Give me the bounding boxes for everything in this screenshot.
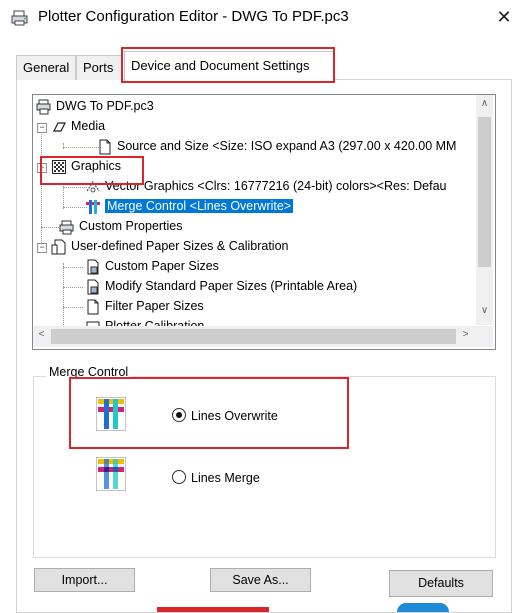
lines-merge-option[interactable]: Lines Merge xyxy=(172,469,260,487)
tree-connector xyxy=(63,207,87,208)
tree-horizontal-scrollbar[interactable]: < > xyxy=(33,326,476,347)
tree-item-modify-standard-paper-sizes[interactable]: Modify Standard Paper Sizes (Printable A… xyxy=(85,277,357,296)
tree-item-vector-graphics[interactable]: Vector Graphics <Clrs: 16777216 (24-bit)… xyxy=(85,177,447,196)
scroll-up-icon[interactable]: ∧ xyxy=(476,98,493,109)
tree-item-user-defined-paper-sizes[interactable]: User-defined Paper Sizes & Calibration xyxy=(51,237,288,256)
tree-expander[interactable]: − xyxy=(37,243,47,253)
custom-properties-icon xyxy=(59,220,74,235)
tree-item-label: Graphics xyxy=(71,159,122,173)
tree-expander[interactable]: − xyxy=(37,123,47,133)
title-bar: Plotter Configuration Editor - DWG To PD… xyxy=(0,0,525,34)
tree-item-graphics[interactable]: Graphics xyxy=(51,157,121,176)
tree-connector xyxy=(41,227,59,228)
merge-control-icon xyxy=(86,199,100,214)
tab-ports-label: Ports xyxy=(83,60,114,75)
tree-item-label: Custom Paper Sizes xyxy=(105,259,219,273)
close-button[interactable]: ✕ xyxy=(490,4,518,30)
tree-connector xyxy=(41,123,42,249)
tree-item-label: Source and Size <Size: ISO expand A3 (29… xyxy=(117,139,457,153)
tree-connector xyxy=(63,147,99,148)
close-icon: ✕ xyxy=(496,7,512,27)
import-button[interactable]: Import... xyxy=(34,568,135,592)
tree-vertical-scrollbar[interactable]: ∧ ∨ xyxy=(476,95,493,325)
lines-overwrite-label: Lines Overwrite xyxy=(191,409,278,423)
tree-item-label: DWG To PDF.pc3 xyxy=(56,99,154,113)
merge-control-group-label: Merge Control xyxy=(46,365,132,379)
scrollbar-corner xyxy=(476,326,493,347)
scroll-left-icon[interactable]: < xyxy=(33,329,50,340)
window-title: Plotter Configuration Editor - DWG To PD… xyxy=(38,8,349,25)
plotter-config-icon xyxy=(36,99,51,115)
filter-paper-icon xyxy=(87,299,99,315)
tree-item-label: Filter Paper Sizes xyxy=(105,299,204,313)
lines-merge-label: Lines Merge xyxy=(191,471,260,485)
tree-connector xyxy=(63,287,83,288)
plotter-config-icon xyxy=(11,10,28,26)
graphics-icon xyxy=(52,159,66,174)
tree-item-custom-paper-sizes[interactable]: Custom Paper Sizes xyxy=(85,257,219,276)
tree-item-source-and-size[interactable]: Source and Size <Size: ISO expand A3 (29… xyxy=(97,137,456,156)
save-as-button[interactable]: Save As... xyxy=(210,568,311,592)
tree-item-media[interactable]: Media xyxy=(51,117,105,136)
cropped-blue-icon xyxy=(397,603,449,612)
tree-item-label: Vector Graphics <Clrs: 16777216 (24-bit)… xyxy=(105,179,447,193)
paper-sizes-icon xyxy=(51,239,66,255)
tree-item-label: Custom Properties xyxy=(79,219,183,233)
scroll-thumb[interactable] xyxy=(51,329,456,344)
tab-device-and-document-settings[interactable]: Device and Document Settings xyxy=(124,51,334,81)
radio-unchecked-icon[interactable] xyxy=(172,470,186,484)
page-icon xyxy=(99,139,111,155)
defaults-button[interactable]: Defaults xyxy=(389,570,493,597)
lines-merge-icon xyxy=(96,457,126,491)
tree-expander[interactable]: − xyxy=(37,163,47,173)
tree-connector xyxy=(63,143,64,149)
tab-ports[interactable]: Ports xyxy=(76,55,122,80)
tree-item-label: Merge Control <Lines Overwrite> xyxy=(105,199,294,213)
custom-paper-icon xyxy=(87,259,99,275)
radio-checked-icon[interactable] xyxy=(172,408,186,422)
scroll-down-icon[interactable]: ∨ xyxy=(476,305,493,316)
tree-item-label: User-defined Paper Sizes & Calibration xyxy=(71,239,289,253)
tree-connector xyxy=(63,187,87,188)
tree-item-label: Modify Standard Paper Sizes (Printable A… xyxy=(105,279,358,293)
scroll-right-icon[interactable]: > xyxy=(457,329,474,340)
tab-general-label: General xyxy=(23,60,70,75)
tab-general[interactable]: General xyxy=(16,55,76,80)
tree-item-custom-properties[interactable]: Custom Properties xyxy=(59,217,183,236)
tab-device-settings-label: Device and Document Settings xyxy=(131,58,310,73)
tree-item-root[interactable]: DWG To PDF.pc3 xyxy=(36,97,154,116)
tree-item-filter-paper-sizes[interactable]: Filter Paper Sizes xyxy=(85,297,204,316)
lines-overwrite-option[interactable]: Lines Overwrite xyxy=(172,407,278,425)
lines-overwrite-icon xyxy=(96,397,126,431)
modify-paper-icon xyxy=(87,279,99,295)
media-icon xyxy=(53,122,66,132)
tree-item-label: Media xyxy=(71,119,106,133)
tree-connector xyxy=(63,307,83,308)
tree-item-merge-control[interactable]: Merge Control <Lines Overwrite> xyxy=(85,197,294,216)
settings-tree[interactable]: DWG To PDF.pc3 − Media Source and Size <… xyxy=(32,94,496,350)
tree-connector xyxy=(63,267,83,268)
scroll-thumb[interactable] xyxy=(478,117,491,267)
vector-graphics-icon xyxy=(86,180,100,193)
cropped-red-mark xyxy=(157,607,269,612)
